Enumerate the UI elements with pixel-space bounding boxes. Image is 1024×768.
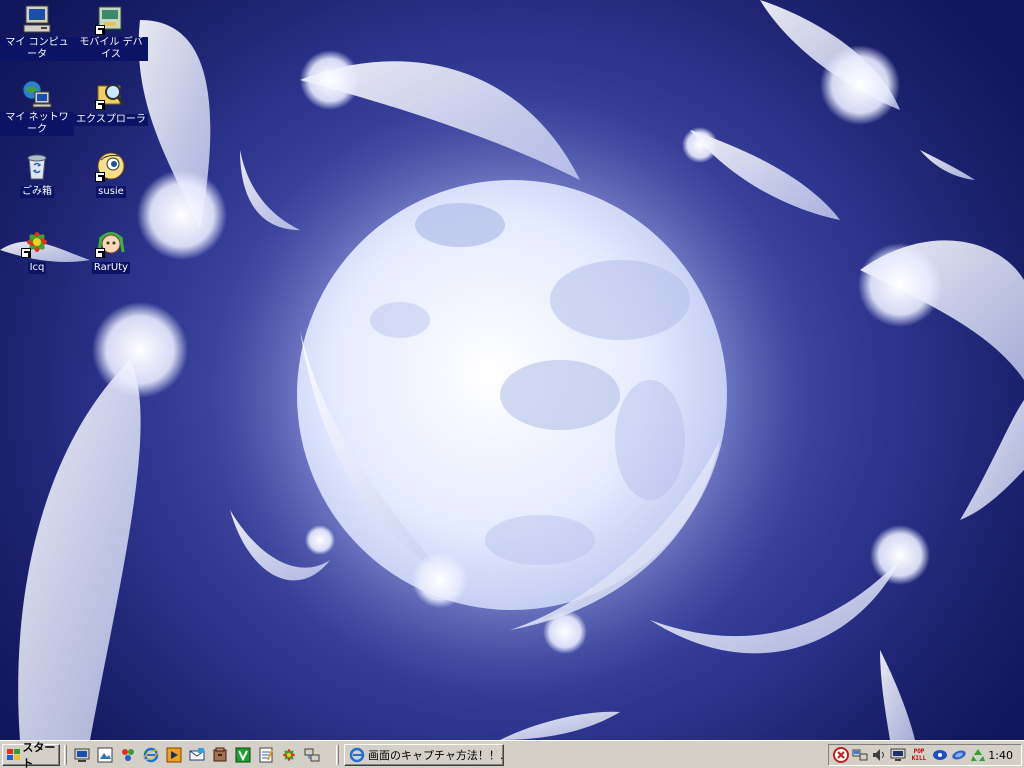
shortcut-arrow-icon <box>95 172 105 182</box>
shortcut-arrow-icon <box>95 25 105 35</box>
desktop-icon-icq[interactable]: Icq <box>0 226 74 274</box>
show-desktop-icon[interactable] <box>72 745 92 765</box>
shortcut-arrow-icon <box>95 100 105 110</box>
outlook-express-icon[interactable] <box>187 745 207 765</box>
antivirus-icon[interactable] <box>832 746 850 764</box>
rarutil-icon <box>95 226 127 258</box>
recycle-bin-icon <box>21 150 53 182</box>
popkill-icon[interactable]: POP KILL <box>908 746 930 764</box>
toolbar-grip[interactable] <box>64 745 67 765</box>
windows-logo-icon <box>6 748 20 762</box>
messenger-icon[interactable] <box>950 746 968 764</box>
my-computer-icon <box>21 3 53 35</box>
toolbar-grip[interactable] <box>336 745 339 765</box>
desktop-icon-label: susie <box>96 186 126 198</box>
recycle-icon[interactable] <box>969 746 987 764</box>
clock[interactable]: 1:40 <box>988 749 1013 762</box>
shortcut-arrow-icon <box>95 248 105 258</box>
desktop-icon-label: マイ ネットワーク <box>0 112 74 136</box>
monitor-icon[interactable] <box>889 746 907 764</box>
desktop-icon-mobile-devices[interactable]: モバイル デバイス <box>74 3 148 61</box>
icq-icon <box>21 226 53 258</box>
mobile-devices-icon <box>95 3 127 35</box>
chat-icon[interactable] <box>931 746 949 764</box>
network-status-icon[interactable] <box>851 746 869 764</box>
image-tool-icon[interactable] <box>95 745 115 765</box>
desktop-icon-recycle-bin[interactable]: ごみ箱 <box>0 150 74 198</box>
desktop[interactable]: マイ コンピュータ モバイル デバイス マイ ネットワーク エクスプローラ ごみ… <box>0 0 1024 740</box>
desktop-icon-rarutil[interactable]: RarUty <box>74 226 148 274</box>
taskbar-window-title: 画面のキャプチャ方法！！... <box>368 749 504 762</box>
quick-launch-bar <box>72 745 322 767</box>
desktop-icon-my-network[interactable]: マイ ネットワーク <box>0 78 74 136</box>
taskbar-window-button[interactable]: 画面のキャプチャ方法！！... <box>344 744 504 766</box>
desktop-icon-label: Icq <box>27 262 47 274</box>
taskbar: スタート 画面のキャプチャ方法！！... POP KILL 1:40 <box>0 740 1024 768</box>
vector-icon[interactable] <box>233 745 253 765</box>
popkill-label: POP KILL <box>911 748 927 762</box>
my-network-icon <box>21 78 53 110</box>
notepad-icon[interactable] <box>256 745 276 765</box>
internet-explorer-icon <box>349 747 365 763</box>
desktop-icon-label: RarUty <box>91 262 131 274</box>
desktop-icon-explorer[interactable]: エクスプローラ <box>74 78 148 126</box>
desktop-icon-susie[interactable]: susie <box>74 150 148 198</box>
media-player-icon[interactable] <box>164 745 184 765</box>
volume-icon[interactable] <box>870 746 888 764</box>
paint-icon[interactable] <box>118 745 138 765</box>
desktop-icon-my-computer[interactable]: マイ コンピュータ <box>0 3 74 61</box>
desktop-icon-label: ごみ箱 <box>20 186 54 198</box>
start-label: スタート <box>22 741 56 768</box>
desktop-icon-label: モバイル デバイス <box>74 37 148 61</box>
desktop-icon-label: エクスプローラ <box>74 114 148 126</box>
archive-icon[interactable] <box>210 745 230 765</box>
system-tray: POP KILL 1:40 <box>828 744 1022 766</box>
network-tool-icon[interactable] <box>302 745 322 765</box>
icq-icon[interactable] <box>279 745 299 765</box>
internet-explorer-icon[interactable] <box>141 745 161 765</box>
susie-icon <box>95 150 127 182</box>
desktop-icon-label: マイ コンピュータ <box>0 37 74 61</box>
start-button[interactable]: スタート <box>2 741 60 768</box>
wallpaper-image <box>0 0 1024 740</box>
explorer-icon <box>95 78 127 110</box>
shortcut-arrow-icon <box>21 248 31 258</box>
